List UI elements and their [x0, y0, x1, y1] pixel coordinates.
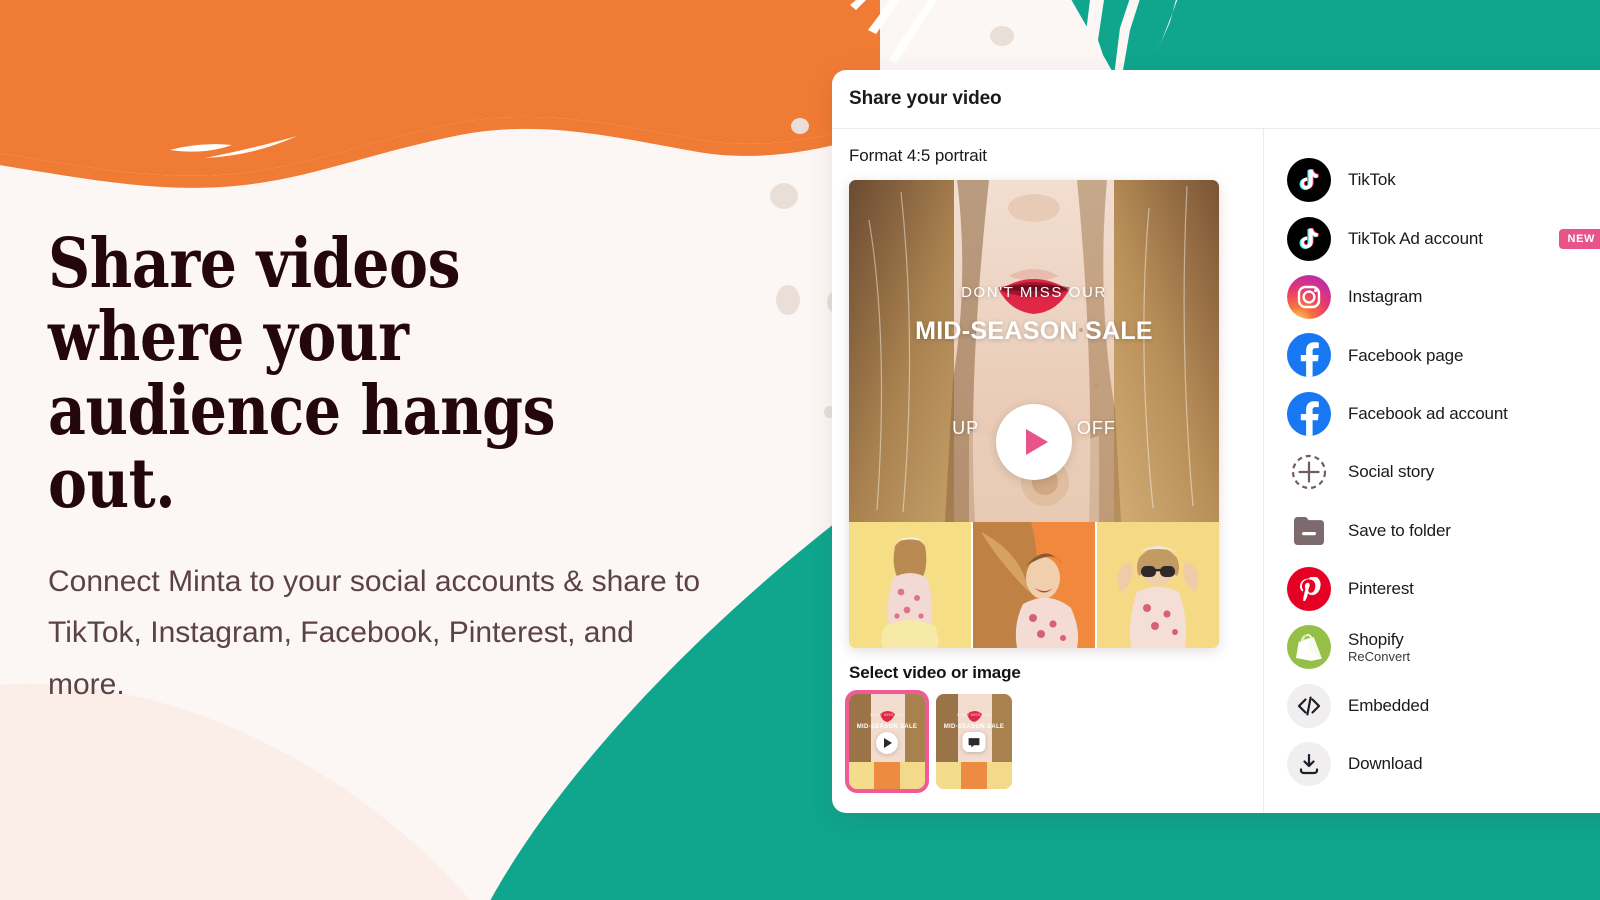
share-target-labels: Facebook ad account [1348, 404, 1600, 424]
share-target-instagram[interactable]: Instagram [1287, 268, 1600, 326]
play-icon [876, 732, 898, 754]
share-target-tiktok[interactable]: TikTok [1287, 151, 1600, 209]
video-preview[interactable]: DON'T MISS OUR MID-SEASON SALE UP OFF [849, 180, 1219, 648]
share-target-sublabel: ReConvert [1348, 649, 1411, 665]
card-header: Share your video [832, 70, 1600, 129]
share-target-label: TikTok [1348, 170, 1396, 190]
play-icon [1026, 429, 1048, 455]
thumbnail-collage-row [849, 762, 925, 789]
share-target-label: Download [1348, 754, 1423, 774]
share-target-pinterest[interactable]: Pinterest [1287, 560, 1600, 618]
shopify-icon [1287, 625, 1331, 670]
thumbnail-kicker: DON'T MISS OUR [870, 713, 904, 717]
share-target-tiktok-ad-account[interactable]: TikTok Ad account NEW [1287, 209, 1600, 267]
media-thumbnail-image[interactable]: DON'T MISS OUR MID-SEASON SALE [936, 694, 1012, 789]
share-target-shopify[interactable]: Shopify ReConvert [1287, 618, 1600, 676]
share-video-card: Share your video Format 4:5 portrait DON… [832, 70, 1600, 813]
page-title: Share videos where your audience hangs o… [48, 224, 556, 525]
media-thumbnail-video[interactable]: DON'T MISS OUR MID-SEASON SALE [849, 694, 925, 789]
share-target-labels: Facebook page [1348, 346, 1600, 366]
share-target-labels: Embedded [1348, 696, 1600, 716]
collage-photo-2 [973, 522, 1095, 648]
collage-photo-1 [849, 522, 971, 648]
share-target-label: Instagram [1348, 287, 1423, 307]
share-target-facebook-page[interactable]: Facebook page [1287, 326, 1600, 384]
folder-minus-icon [1287, 509, 1331, 553]
share-target-label: Facebook ad account [1348, 403, 1508, 423]
code-icon [1287, 683, 1331, 728]
select-media-label: Select video or image [849, 663, 1021, 682]
share-target-labels: Save to folder [1348, 521, 1600, 541]
share-target-label: Embedded [1348, 695, 1430, 715]
media-thumbnail-list: DON'T MISS OUR MID-SEASON SALE DON'T MIS… [849, 694, 1263, 789]
video-collage [849, 522, 1219, 648]
share-target-labels: Instagram [1348, 287, 1600, 307]
instagram-icon [1287, 274, 1331, 319]
share-target-label: Pinterest [1348, 579, 1414, 599]
card-body: Format 4:5 portrait DON'T MISS OUR MID-S… [832, 129, 1600, 813]
card-title: Share your video [849, 88, 1002, 109]
share-target-label: Save to folder [1348, 520, 1451, 540]
thumbnail-caption: MID-SEASON SALE [943, 724, 1005, 730]
hero-subtitle: Connect Minta to your social accounts & … [48, 564, 701, 701]
share-target-download[interactable]: Download [1287, 735, 1600, 793]
share-target-label: Social story [1348, 462, 1435, 482]
share-target-label: TikTok Ad account [1348, 228, 1483, 248]
share-target-social-story[interactable]: Social story [1287, 443, 1600, 501]
share-target-embedded[interactable]: Embedded [1287, 677, 1600, 735]
collage-image-yellow-sitting [849, 522, 971, 648]
tiktok-icon [1287, 158, 1331, 203]
share-target-labels: Pinterest [1348, 579, 1600, 599]
format-label: Format 4:5 portrait [849, 146, 987, 165]
collage-image-orange-leaning [973, 522, 1095, 648]
share-target-labels: TikTok Ad account [1348, 229, 1559, 249]
plus-circle-icon [1287, 450, 1331, 494]
share-target-labels: Shopify ReConvert [1348, 630, 1600, 665]
status-badge: NEW [1558, 228, 1600, 249]
share-target-save-to-folder[interactable]: Save to folder [1287, 501, 1600, 559]
collage-image-yellow-sunglasses [1097, 522, 1219, 648]
share-target-labels: TikTok [1348, 170, 1600, 190]
thumbnail-collage-row [936, 762, 1012, 789]
share-targets-list: TikTok TikTok Ad account NEW Instagram Fa… [1263, 129, 1600, 813]
play-button[interactable] [996, 404, 1072, 480]
image-icon [962, 732, 986, 752]
share-target-facebook-ad-account[interactable]: Facebook ad account [1287, 385, 1600, 443]
tiktok-icon [1287, 216, 1331, 261]
pinterest-icon [1287, 566, 1331, 611]
hero-section: Share videos where your audience hangs o… [48, 224, 748, 711]
preview-column: Format 4:5 portrait DON'T MISS OUR MID-S… [832, 129, 1263, 813]
thumbnail-caption: MID-SEASON SALE [856, 724, 918, 730]
thumbnail-kicker: DON'T MISS OUR [957, 713, 991, 717]
collage-photo-3 [1097, 522, 1219, 648]
share-target-labels: Social story [1348, 462, 1600, 482]
download-icon [1287, 742, 1331, 787]
facebook-icon [1287, 391, 1331, 436]
facebook-icon [1287, 333, 1331, 378]
select-media-section: Select video or image DON'T MISS OUR MID… [849, 663, 1263, 789]
share-target-label: Shopify [1348, 629, 1404, 649]
share-target-labels: Download [1348, 754, 1600, 774]
share-target-label: Facebook page [1348, 345, 1464, 365]
